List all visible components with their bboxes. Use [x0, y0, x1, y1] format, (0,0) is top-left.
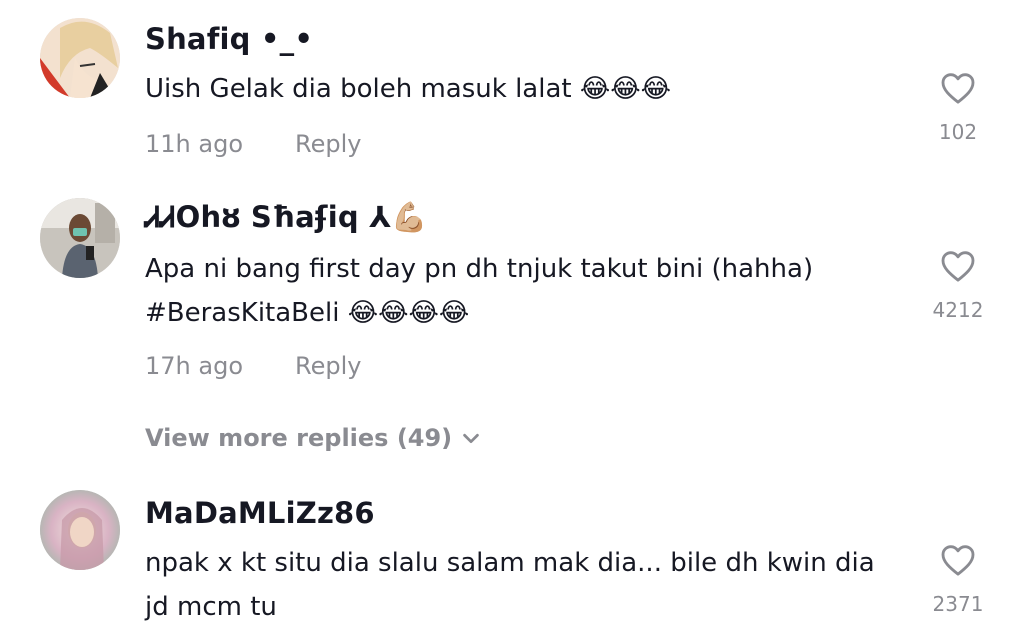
like-button[interactable]: 2371 — [920, 540, 996, 616]
comment-text: Uish Gelak dia boleh masuk lalat 😂😂😂 — [145, 74, 671, 104]
comment-text: Apa ni bang first day pn dh tnjuk takut … — [145, 254, 814, 328]
like-button[interactable]: 4212 — [920, 246, 996, 322]
like-button[interactable]: 102 — [920, 68, 996, 144]
avatar-image — [40, 18, 120, 98]
avatar[interactable] — [40, 198, 120, 278]
like-count: 4212 — [932, 298, 984, 322]
avatar-image — [40, 198, 120, 278]
comment-meta: 17h ago Reply — [145, 352, 361, 380]
avatar[interactable] — [40, 490, 120, 570]
comment-username[interactable]: MaDaMLiZz86 — [145, 496, 375, 530]
view-more-replies-label: View more replies (49) — [145, 424, 453, 452]
like-count: 102 — [938, 120, 978, 144]
chevron-down-icon — [463, 433, 479, 444]
reply-button[interactable]: Reply — [295, 352, 361, 380]
comment-timestamp: 11h ago — [145, 130, 244, 158]
heart-outline-icon[interactable] — [938, 246, 978, 286]
comment-meta: 11h ago Reply — [145, 130, 361, 158]
heart-outline-icon[interactable] — [938, 540, 978, 580]
like-count: 2371 — [932, 592, 984, 616]
avatar-image — [40, 490, 120, 570]
reply-button[interactable]: Reply — [295, 130, 361, 158]
avatar[interactable] — [40, 18, 120, 98]
view-more-replies-button[interactable]: View more replies (49) — [145, 424, 482, 452]
comment-timestamp: 17h ago — [145, 352, 244, 380]
comment-text: npak x kt situ dia slalu salam mak dia..… — [145, 548, 875, 622]
comment-username[interactable]: Shafiq •_• — [145, 22, 313, 56]
comment-username[interactable]: ᏗᏗOhȣ Sħaʄiq ⅄💪🏼 — [145, 200, 428, 235]
heart-outline-icon[interactable] — [938, 68, 978, 108]
